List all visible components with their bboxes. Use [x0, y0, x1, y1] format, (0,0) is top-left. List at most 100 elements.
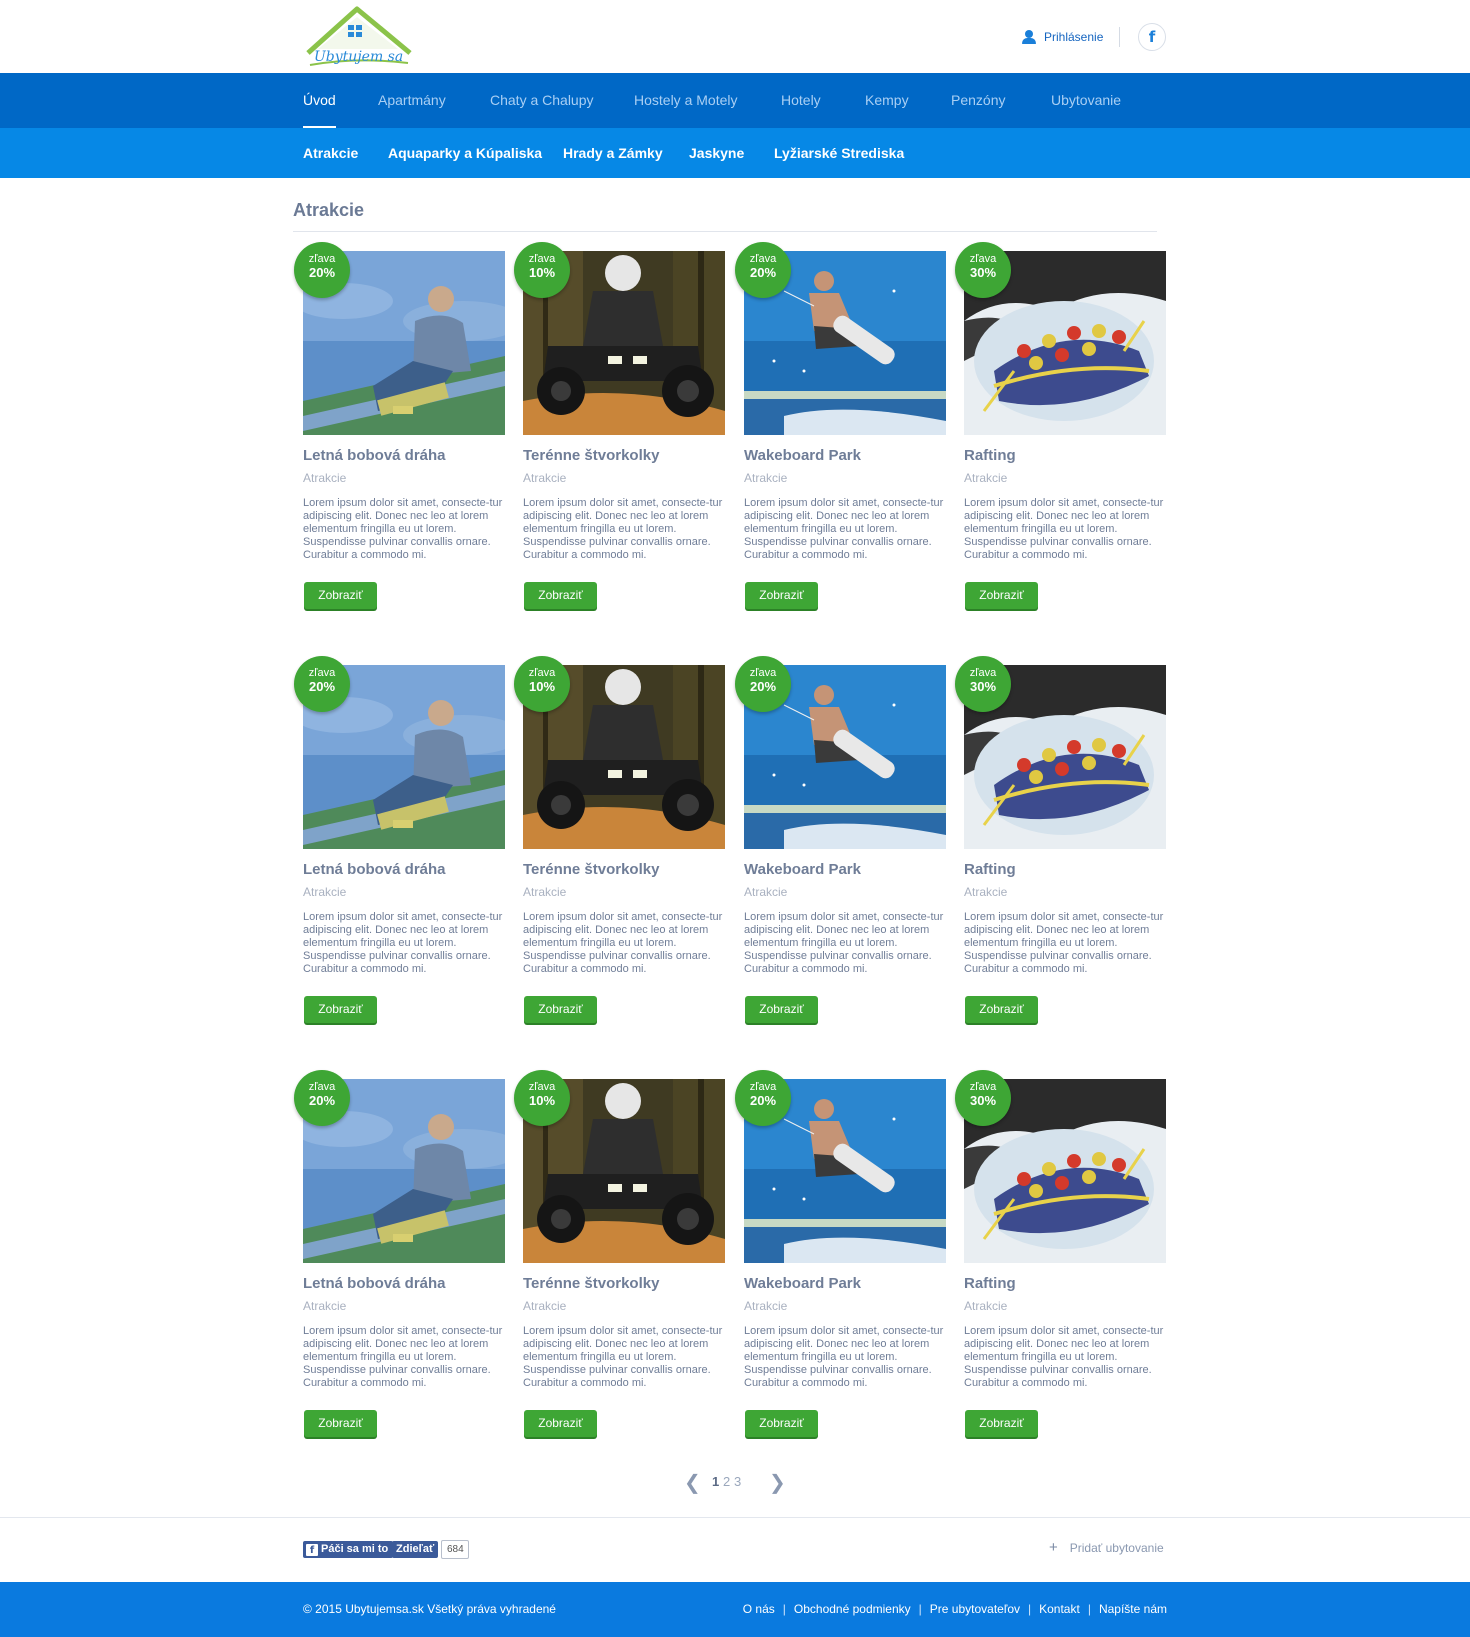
login-link[interactable]: Prihlásenie	[1022, 26, 1103, 48]
attraction-title[interactable]: Wakeboard Park	[744, 861, 861, 878]
attraction-title[interactable]: Rafting	[964, 1275, 1016, 1292]
discount-badge: zľava 20%	[735, 1070, 791, 1126]
attraction-title[interactable]: Rafting	[964, 447, 1016, 464]
discount-badge: zľava 30%	[955, 656, 1011, 712]
attraction-card: zľava 10% Terénne štvorkolky Atrakcie Lorem …	[514, 242, 727, 631]
main-nav-item-kempy[interactable]: Kempy	[865, 73, 909, 128]
attraction-title[interactable]: Terénne štvorkolky	[523, 1275, 659, 1292]
like-label: Páči sa mi to	[321, 1543, 389, 1555]
attraction-category: Atrakcie	[523, 885, 567, 899]
main-nav-item-hostely[interactable]: Hostely a Motely	[634, 73, 737, 128]
sub-nav-item-hrady[interactable]: Hrady a Zámky	[563, 128, 663, 178]
page-1[interactable]: 1	[712, 1474, 719, 1489]
discount-value: 10%	[528, 265, 556, 280]
add-lodging-link[interactable]: + Pridať ubytovanie	[1049, 1539, 1164, 1556]
chevron-right-icon[interactable]: ❯	[769, 1472, 786, 1492]
main-nav: Úvod Apartmány Chaty a Chalupy Hostely a…	[0, 73, 1470, 128]
discount-badge: zľava 20%	[294, 242, 350, 298]
attraction-title[interactable]: Rafting	[964, 861, 1016, 878]
facebook-like-button[interactable]: f Páči sa mi to	[303, 1541, 394, 1558]
attraction-title[interactable]: Wakeboard Park	[744, 447, 861, 464]
show-button[interactable]: Zobraziť	[745, 996, 818, 1023]
facebook-icon: f	[306, 1543, 318, 1556]
attraction-title[interactable]: Letná bobová dráha	[303, 861, 446, 878]
pagination: ❮ 1 2 3 ❯	[680, 1472, 800, 1492]
discount-value: 20%	[749, 265, 777, 280]
attraction-description: Lorem ipsum dolor sit amet, consecte-tur…	[744, 497, 944, 561]
attraction-title[interactable]: Letná bobová dráha	[303, 1275, 446, 1292]
main-nav-item-chaty[interactable]: Chaty a Chalupy	[490, 73, 594, 128]
page-title: Atrakcie	[293, 200, 365, 220]
attraction-category: Atrakcie	[523, 1299, 567, 1313]
main-nav-item-hotely[interactable]: Hotely	[781, 73, 821, 128]
title-divider	[293, 231, 1157, 232]
footer-links: O nás | Obchodné podmienky | Pre ubytova…	[743, 1582, 1167, 1637]
footer-link-podmienky[interactable]: Obchodné podmienky	[794, 1582, 911, 1637]
attraction-description: Lorem ipsum dolor sit amet, consecte-tur…	[523, 497, 723, 561]
show-button[interactable]: Zobraziť	[965, 1410, 1038, 1437]
sub-nav-item-lyziarske[interactable]: Lyžiarské Strediska	[774, 128, 904, 178]
discount-label: zľava	[528, 253, 556, 265]
footer-link-ubytovatelia[interactable]: Pre ubytovateľov	[930, 1582, 1020, 1637]
show-button[interactable]: Zobraziť	[304, 582, 377, 609]
discount-value: 10%	[528, 1093, 556, 1108]
show-button[interactable]: Zobraziť	[745, 582, 818, 609]
main-nav-item-ubytovanie[interactable]: Ubytovanie	[1051, 73, 1121, 128]
show-button[interactable]: Zobraziť	[304, 1410, 377, 1437]
show-button[interactable]: Zobraziť	[524, 582, 597, 609]
show-button[interactable]: Zobraziť	[524, 996, 597, 1023]
show-button[interactable]: Zobraziť	[965, 996, 1038, 1023]
sub-nav-item-atrakcie[interactable]: Atrakcie	[303, 128, 358, 178]
show-button[interactable]: Zobraziť	[745, 1410, 818, 1437]
sub-nav: Atrakcie Aquaparky a Kúpaliska Hrady a Z…	[0, 128, 1470, 178]
login-label: Prihlásenie	[1044, 30, 1104, 44]
discount-badge: zľava 30%	[955, 242, 1011, 298]
main-nav-item-uvod[interactable]: Úvod	[303, 73, 336, 128]
discount-value: 10%	[528, 679, 556, 694]
attraction-category: Atrakcie	[303, 1299, 347, 1313]
attraction-title[interactable]: Terénne štvorkolky	[523, 861, 659, 878]
discount-badge: zľava 20%	[294, 1070, 350, 1126]
page-3[interactable]: 3	[734, 1474, 741, 1489]
attraction-card: zľava 10% Terénne štvorkolky Atrakcie Lorem …	[514, 656, 727, 1045]
discount-label: zľava	[528, 1081, 556, 1093]
discount-value: 30%	[969, 679, 997, 694]
sub-nav-item-aquaparky[interactable]: Aquaparky a Kúpaliska	[388, 128, 542, 178]
discount-value: 20%	[749, 679, 777, 694]
site-footer: © 2015 Ubytujemsa.sk Všetký práva vyhrad…	[0, 1582, 1470, 1637]
discount-label: zľava	[528, 667, 556, 679]
discount-badge: zľava 30%	[955, 1070, 1011, 1126]
attraction-category: Atrakcie	[523, 471, 567, 485]
facebook-share-button[interactable]: Zdieľať	[392, 1541, 439, 1558]
plus-icon: +	[1049, 1539, 1058, 1556]
footer-link-kontakt[interactable]: Kontakt	[1039, 1582, 1080, 1637]
show-button[interactable]: Zobraziť	[524, 1410, 597, 1437]
main-nav-item-apartmany[interactable]: Apartmány	[378, 73, 446, 128]
footer-divider	[0, 1517, 1470, 1518]
chevron-left-icon[interactable]: ❮	[684, 1472, 701, 1492]
sub-nav-item-jaskyne[interactable]: Jaskyne	[689, 128, 744, 178]
header-divider	[1119, 27, 1120, 47]
attraction-card: zľava 30% Rafting Atrakcie Lorem ipsum dolor…	[955, 656, 1168, 1045]
footer-link-o-nas[interactable]: O nás	[743, 1582, 775, 1637]
discount-label: zľava	[969, 667, 997, 679]
attraction-category: Atrakcie	[744, 471, 788, 485]
discount-value: 20%	[308, 1093, 336, 1108]
main-nav-item-penzony[interactable]: Penzóny	[951, 73, 1005, 128]
attraction-category: Atrakcie	[964, 885, 1008, 899]
show-button[interactable]: Zobraziť	[304, 996, 377, 1023]
show-button[interactable]: Zobraziť	[965, 582, 1038, 609]
attraction-title[interactable]: Letná bobová dráha	[303, 447, 446, 464]
page-2[interactable]: 2	[723, 1474, 730, 1489]
facebook-icon[interactable]: f	[1138, 23, 1166, 51]
attraction-category: Atrakcie	[964, 471, 1008, 485]
attraction-description: Lorem ipsum dolor sit amet, consecte-tur…	[964, 497, 1164, 561]
attraction-title[interactable]: Terénne štvorkolky	[523, 447, 659, 464]
attraction-card: zľava 20% Letná bobová dráha Atrakcie Lorem …	[294, 1070, 507, 1459]
discount-badge: zľava 20%	[735, 242, 791, 298]
footer-link-napiste[interactable]: Napíšte nám	[1099, 1582, 1167, 1637]
attraction-title[interactable]: Wakeboard Park	[744, 1275, 861, 1292]
site-logo[interactable]: Ubytujem sa	[302, 5, 416, 69]
discount-label: zľava	[749, 1081, 777, 1093]
attraction-category: Atrakcie	[964, 1299, 1008, 1313]
